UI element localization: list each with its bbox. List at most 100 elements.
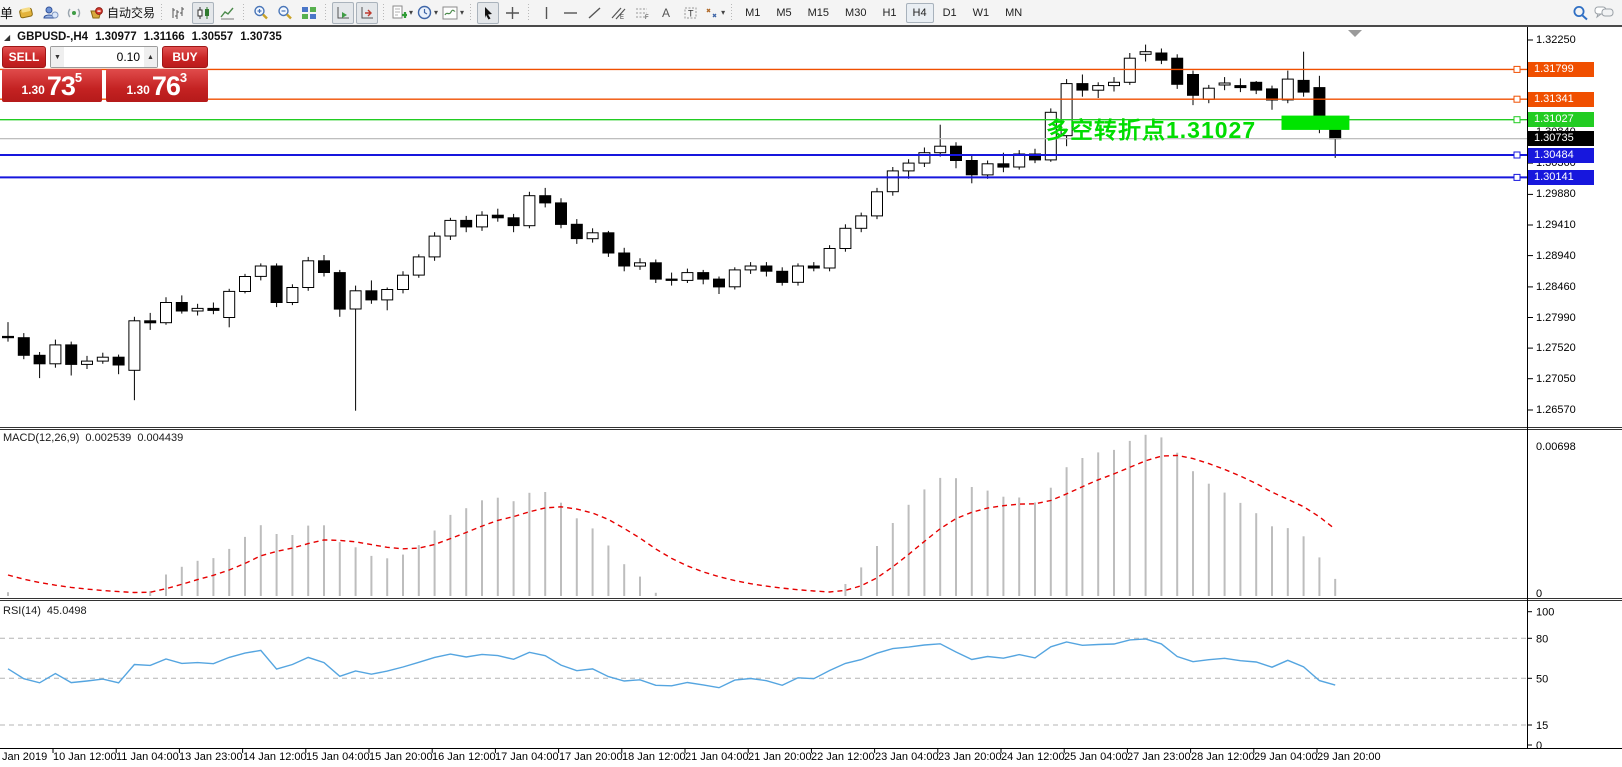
zoom-out-button[interactable] — [274, 2, 296, 24]
buy-price-main: 1.30 — [126, 83, 150, 97]
price-axis-tick: 1.28460 — [1536, 280, 1576, 293]
time-axis-label: 11 Jan 04:00 — [116, 751, 179, 763]
price-level-badge[interactable]: 1.30484 — [1528, 147, 1594, 163]
sell-price-sup: 5 — [74, 70, 83, 85]
timeframe-button-m30[interactable]: M30 — [838, 3, 873, 23]
timeframe-button-mn[interactable]: MN — [998, 3, 1029, 23]
price-level-badge[interactable]: 1.31799 — [1528, 61, 1594, 77]
vertical-line-button[interactable] — [535, 2, 557, 24]
cursor-button[interactable] — [477, 1, 500, 24]
current-price-badge: 1.30735 — [1528, 131, 1594, 147]
dropdown-caret-icon[interactable]: ▾ — [409, 8, 413, 17]
chart-window[interactable]: 0.00698 0 100 80 50 15 0 ◢ GBPUSD-,H4 1.30977 … — [0, 27, 1622, 767]
toolbar-group-handle — [323, 3, 330, 22]
fibonacci-icon: F — [634, 6, 650, 20]
horizontal-line-button[interactable] — [559, 2, 581, 24]
tile-windows-icon — [301, 6, 317, 20]
auto-scroll-button[interactable] — [332, 1, 355, 24]
timeframe-button-m15[interactable]: M15 — [801, 3, 836, 23]
macd-label: MACD(12,26,9) — [3, 432, 80, 444]
autotrading-label: 自动交易 — [107, 6, 156, 20]
buy-price-box[interactable]: 1.30 76 3 — [105, 69, 208, 102]
dropdown-caret-icon[interactable]: ▾ — [721, 8, 725, 17]
rsi-label: RSI(14) — [3, 605, 41, 617]
text-label-button[interactable]: T — [679, 2, 701, 24]
time-axis-label: 13 Jan 23:00 — [179, 751, 243, 763]
cursor-icon — [482, 6, 495, 20]
fibonacci-button[interactable]: F — [631, 2, 653, 24]
terminal-icon — [42, 5, 59, 20]
svg-text:E: E — [620, 15, 624, 20]
svg-text:F: F — [645, 15, 649, 20]
toolbar-group-handle — [729, 3, 736, 22]
zoom-in-button[interactable] — [250, 2, 272, 24]
buy-button[interactable]: BUY — [162, 46, 208, 68]
chart-shift-button[interactable] — [356, 1, 379, 24]
timeframe-button-d1[interactable]: D1 — [936, 3, 964, 23]
timeframe-button-h4[interactable]: H4 — [905, 2, 934, 23]
rsi-header: RSI(14) 45.0498 — [3, 605, 87, 617]
crosshair-icon — [505, 6, 520, 20]
candlestick-chart-button[interactable] — [192, 1, 215, 24]
text-button[interactable]: A — [655, 2, 677, 24]
terminal-button[interactable] — [39, 2, 61, 24]
timeframe-group: M1 M5 M15 M30 H1 H4 D1 W1 MN — [737, 2, 1030, 23]
price-level-badge[interactable]: 1.30141 — [1528, 169, 1594, 185]
volume-input[interactable] — [64, 47, 144, 67]
chat-button[interactable] — [1593, 2, 1615, 24]
bar-chart-button[interactable] — [168, 2, 190, 24]
autotrading-icon — [88, 5, 104, 20]
sell-button[interactable]: SELL — [2, 46, 46, 68]
time-axis-label: 21 Jan 20:00 — [748, 751, 812, 763]
period-button[interactable]: ▾ — [416, 2, 439, 24]
channel-button[interactable]: E — [607, 2, 629, 24]
low-value: 1.30557 — [191, 31, 234, 43]
new-chart-button[interactable]: ▾ — [390, 2, 414, 24]
template-button[interactable]: ▾ — [441, 2, 465, 24]
time-axis-label: 28 Jan 12:00 — [1191, 751, 1255, 763]
open-value: 1.30977 — [95, 31, 137, 43]
buy-price-big: 76 — [151, 71, 181, 101]
metaeditor-button[interactable] — [15, 2, 37, 24]
toolbar-group-handle — [241, 3, 248, 22]
search-button[interactable] — [1569, 2, 1591, 24]
svg-text:0: 0 — [1536, 740, 1542, 752]
price-level-badge[interactable]: 1.31341 — [1528, 91, 1594, 107]
svg-text:80: 80 — [1536, 633, 1548, 645]
symbol-period-label: GBPUSD-,H4 — [17, 31, 89, 43]
price-level-badge[interactable]: 1.31027 — [1528, 112, 1594, 128]
volume-increase-button[interactable]: ▲ — [144, 47, 157, 67]
sell-price-box[interactable]: 1.30 73 5 — [2, 69, 102, 102]
crosshair-button[interactable] — [501, 2, 523, 24]
new-order-button[interactable]: 单 — [0, 3, 14, 22]
trendline-button[interactable] — [583, 2, 605, 24]
close-value: 1.30735 — [240, 31, 282, 43]
line-chart-button[interactable] — [216, 2, 238, 24]
timeframe-button-m5[interactable]: M5 — [769, 3, 798, 23]
window-icon: ◢ — [4, 32, 11, 42]
signals-button[interactable] — [63, 2, 85, 24]
timeframe-button-w1[interactable]: W1 — [966, 3, 997, 23]
channel-icon: E — [610, 6, 626, 20]
timeframe-button-m1[interactable]: M1 — [738, 3, 767, 23]
candlestick-icon — [196, 6, 211, 20]
chart-canvas[interactable]: 0.00698 0 100 80 50 15 0 — [0, 27, 1622, 767]
dropdown-caret-icon[interactable]: ▾ — [460, 8, 464, 17]
volume-spinner: ▼ ▲ — [50, 46, 158, 68]
autotrading-button[interactable]: 自动交易 — [87, 2, 156, 24]
chart-shift-icon — [360, 6, 375, 20]
svg-text:0.00698: 0.00698 — [1536, 441, 1576, 453]
macd-value: 0.002539 — [85, 432, 132, 444]
line-chart-icon — [219, 6, 235, 20]
sell-price-big: 73 — [46, 71, 76, 101]
timeframe-button-h1[interactable]: H1 — [875, 3, 903, 23]
dropdown-caret-icon[interactable]: ▾ — [434, 8, 438, 17]
svg-text:T: T — [688, 8, 694, 18]
arrows-button[interactable]: ▾ — [703, 2, 726, 24]
price-axis-tick: 1.27050 — [1536, 372, 1576, 385]
tile-windows-button[interactable] — [298, 2, 320, 24]
time-axis-label: 23 Jan 04:00 — [875, 751, 939, 763]
macd-header: MACD(12,26,9) 0.002539 0.004439 — [3, 432, 183, 444]
volume-decrease-button[interactable]: ▼ — [51, 47, 64, 67]
metaeditor-icon — [18, 5, 35, 20]
